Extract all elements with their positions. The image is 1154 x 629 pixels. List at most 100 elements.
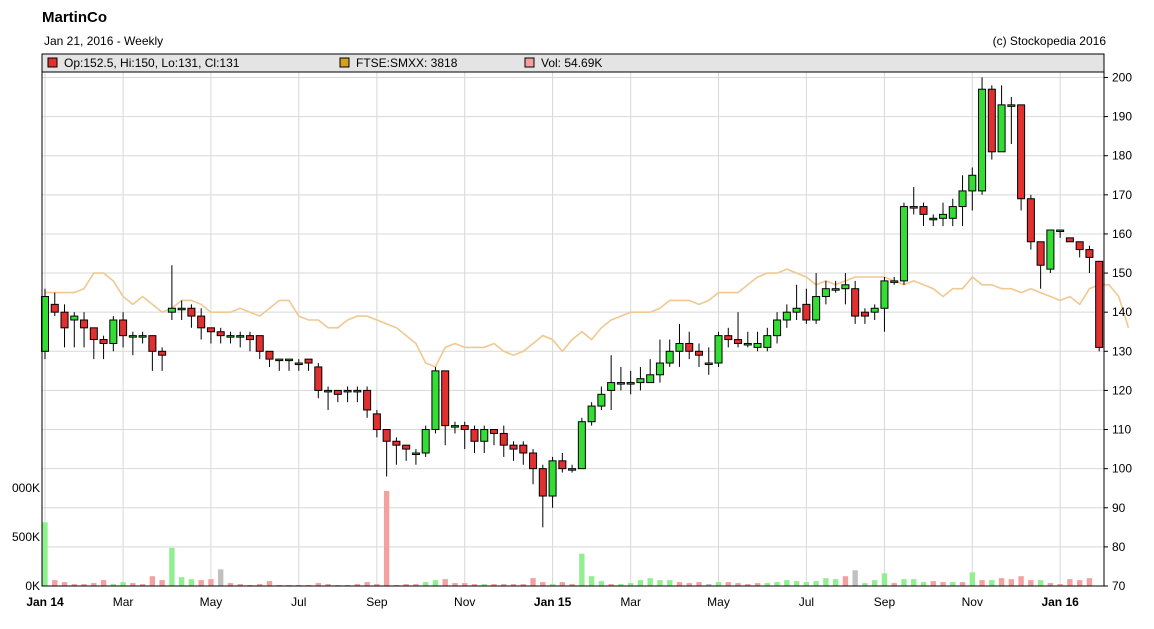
legend-label: Op:152.5, Hi:150, Lo:131, Cl:131: [64, 56, 240, 70]
candle: [802, 288, 811, 324]
candle: [216, 327, 225, 344]
volume-bar: [159, 580, 165, 586]
volume-bar: [901, 579, 907, 586]
volume-bar: [579, 553, 585, 586]
candle-body: [968, 174, 977, 192]
candle-body: [80, 319, 89, 329]
candle: [50, 292, 59, 317]
candle: [460, 421, 469, 450]
candle: [743, 331, 752, 348]
candle: [119, 312, 128, 348]
price-tick-label: 120: [1112, 383, 1132, 397]
candle-body: [421, 429, 430, 454]
candle-body: [460, 425, 469, 431]
candle: [1095, 260, 1104, 352]
candle-body: [1007, 104, 1016, 107]
candle-body: [489, 429, 499, 434]
x-axis-label: May: [200, 595, 223, 609]
candle-body: [734, 339, 743, 344]
volume-bar: [793, 581, 800, 586]
volume-bar: [774, 582, 780, 586]
price-tick-label: 110: [1112, 423, 1131, 437]
candle-body: [538, 468, 547, 497]
candle: [558, 453, 567, 473]
candle: [89, 327, 98, 360]
volume-bar: [588, 576, 595, 586]
candle: [499, 425, 508, 457]
candle-body: [324, 389, 333, 393]
candle: [109, 316, 118, 352]
candle: [529, 449, 538, 485]
candle: [763, 327, 772, 352]
candle: [773, 312, 782, 344]
candle-body: [441, 370, 450, 427]
candle-body: [89, 327, 98, 341]
volume-bar: [989, 580, 995, 586]
candle-body: [616, 382, 625, 385]
candle-body: [782, 311, 791, 321]
candle: [265, 350, 274, 367]
candle-body: [158, 350, 167, 356]
candle-body: [265, 350, 274, 360]
candle: [197, 308, 206, 340]
candle: [402, 444, 411, 461]
candle-body: [353, 389, 362, 393]
candle: [372, 409, 381, 438]
candle-body: [480, 429, 489, 442]
volume-bar: [442, 579, 448, 586]
candle-body: [675, 342, 684, 352]
candle-body: [197, 315, 206, 329]
price-tick-label: 100: [1112, 462, 1132, 476]
candle: [1085, 245, 1094, 274]
candle-body: [626, 382, 635, 385]
candle: [724, 327, 733, 348]
volume-bar: [100, 580, 107, 586]
x-axis-label: May: [707, 595, 730, 609]
volume-bar: [364, 582, 370, 586]
candle-body: [831, 288, 840, 291]
candle: [509, 441, 518, 461]
candle: [538, 464, 547, 528]
volume-bar: [832, 579, 839, 586]
volume-bar: [188, 579, 195, 586]
candle: [519, 441, 528, 465]
candle-body: [548, 460, 557, 497]
price-tick-label: 170: [1112, 188, 1132, 202]
candle: [206, 327, 215, 344]
candle-body: [821, 288, 830, 298]
candle: [99, 335, 108, 360]
price-tick-label: 80: [1112, 540, 1126, 554]
volume-bar: [950, 582, 956, 586]
candle: [577, 417, 586, 470]
candle-body: [568, 468, 577, 471]
volume-bar: [852, 570, 858, 586]
candle-body: [978, 88, 987, 192]
volume-bar: [920, 582, 927, 586]
candle: [714, 331, 723, 367]
candle-body: [392, 440, 401, 446]
candle: [1036, 241, 1045, 289]
candle: [890, 276, 899, 285]
volume-bar: [52, 580, 58, 586]
price-tick-label: 140: [1112, 305, 1132, 319]
legend-swatch: [524, 57, 535, 68]
volume-bar: [715, 582, 722, 586]
candle-body: [402, 444, 411, 450]
candle-body: [470, 429, 479, 442]
candle: [548, 456, 557, 508]
price-tick-label: 150: [1112, 266, 1132, 280]
candle-body: [450, 425, 459, 428]
candle-body: [50, 303, 59, 313]
candle: [392, 437, 401, 465]
candle: [421, 425, 430, 457]
candle-body: [997, 104, 1006, 153]
candle-body: [587, 405, 596, 423]
volume-bar: [813, 581, 819, 586]
price-chart: 70 80 90 100 110 120 130 140 150 160 170 180 190 200 J…: [12, 53, 1132, 609]
volume-bar: [149, 576, 156, 586]
volume-bar: [432, 580, 439, 586]
candle: [275, 358, 284, 371]
candle: [1017, 104, 1026, 211]
ftse-index-line: [45, 268, 1130, 368]
volume-bar: [959, 582, 966, 586]
